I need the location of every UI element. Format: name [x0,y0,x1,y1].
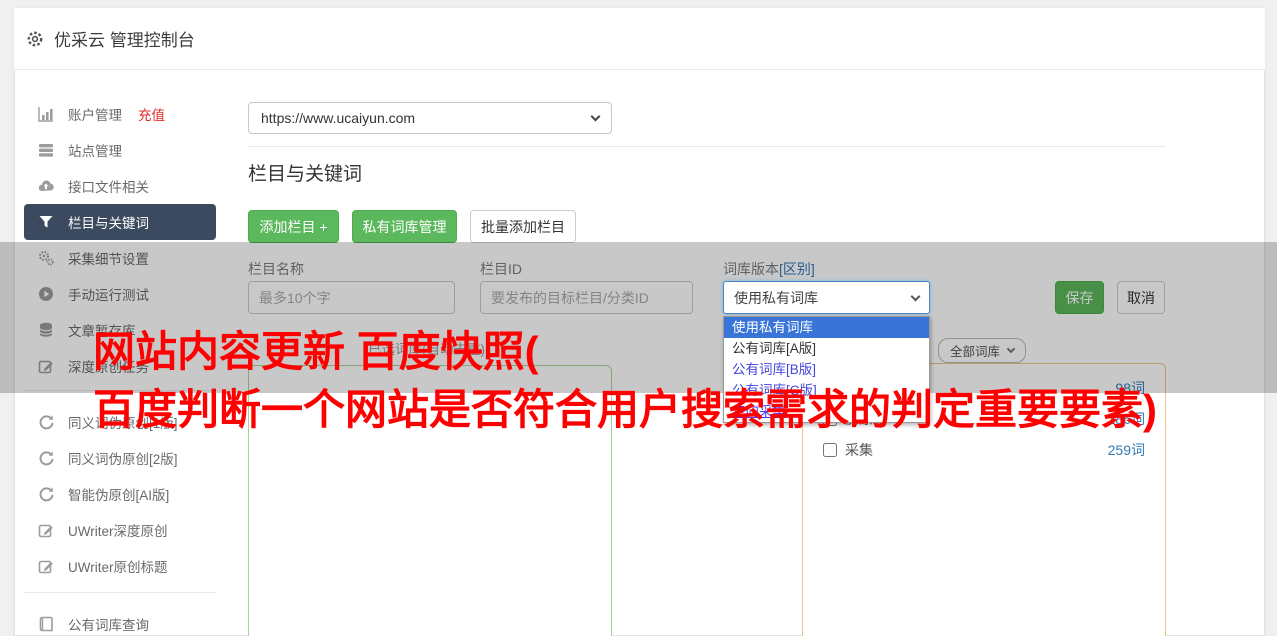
sidebar-item-sites[interactable]: 站点管理 [24,132,216,168]
sidebar-group-3: 公有词库查询 [24,606,216,636]
sidebar-item-label: 公有词库查询 [68,618,149,633]
sidebar-item-label: 栏目与关键词 [68,216,149,231]
chevron-down-icon [910,291,921,301]
sidebar-item-public-thesaurus-query[interactable]: 公有词库查询 [24,606,216,636]
sidebar-item-label: 账户管理 [68,108,122,123]
annotation-line-1: 网站内容更新 百度快照( [93,328,539,375]
sidebar-item-synonym-2[interactable]: 同义词伪原创[2版] [24,440,216,476]
refresh-icon [38,414,54,430]
sidebar-item-label: 接口文件相关 [68,180,149,195]
sidebar-item-label: UWriter原创标题 [68,560,168,575]
site-url-select[interactable]: https://www.ucaiyun.com [248,102,612,134]
site-url-value: https://www.ucaiyun.com [261,110,416,126]
thesaurus-row-count[interactable]: 259词 [1108,440,1145,460]
thesaurus-row-checkbox[interactable] [823,442,837,457]
bar-chart-icon [38,106,54,122]
sidebar-divider [24,592,216,593]
sidebar-item-account[interactable]: 账户管理 充值 [24,96,216,132]
book-icon [38,616,54,632]
sidebar-item-label: 智能伪原创[AI版] [68,488,170,503]
gear-icon [26,30,44,48]
sidebar-item-uwriter-title[interactable]: UWriter原创标题 [24,548,216,584]
refresh-icon [38,450,54,466]
private-thesaurus-button[interactable]: 私有词库管理 [352,210,457,243]
cloud-upload-icon [38,178,54,194]
thesaurus-row: 采集 259词 [803,434,1165,465]
thesaurus-version-value: 使用私有词库 [734,289,818,306]
sidebar-item-label: 同义词伪原创[2版] [68,452,178,467]
recharge-link[interactable]: 充值 [138,104,165,124]
server-icon [38,142,54,158]
annotation-line-2: 百度判断一个网站是否符合用户搜索需求的判定重要要素) [93,386,1157,433]
filter-icon [38,214,54,230]
admin-console-page: 优采云 管理控制台 账户管理 充值 站点管理 接口文件相关 栏目与关键词 采集细… [0,0,1277,636]
sidebar-item-ai-rewrite[interactable]: 智能伪原创[AI版] [24,476,216,512]
edit-icon [38,522,54,538]
batch-add-column-button[interactable]: 批量添加栏目 [470,210,576,243]
divider [248,146,1166,147]
dropdown-option[interactable]: 公有词库[A版] [724,338,929,359]
thesaurus-version-select[interactable]: 使用私有词库 [723,281,930,314]
thesaurus-row-name: 采集 [845,441,873,458]
app-title: 优采云 管理控制台 [54,31,195,50]
sidebar-item-uwriter-deep[interactable]: UWriter深度原创 [24,512,216,548]
dropdown-option[interactable]: 使用私有词库 [724,317,929,338]
sidebar-item-label: 站点管理 [68,144,122,159]
chevron-down-icon [590,111,601,122]
sidebar-item-columns-keywords[interactable]: 栏目与关键词 [24,204,216,240]
sidebar-item-label: UWriter深度原创 [68,524,168,539]
edit-icon [38,558,54,574]
sidebar-item-interface-files[interactable]: 接口文件相关 [24,168,216,204]
page-title: 栏目与关键词 [248,164,363,185]
add-column-button[interactable]: 添加栏目 + [248,210,339,243]
app-header: 优采云 管理控制台 [14,8,1265,70]
refresh-icon [38,486,54,502]
